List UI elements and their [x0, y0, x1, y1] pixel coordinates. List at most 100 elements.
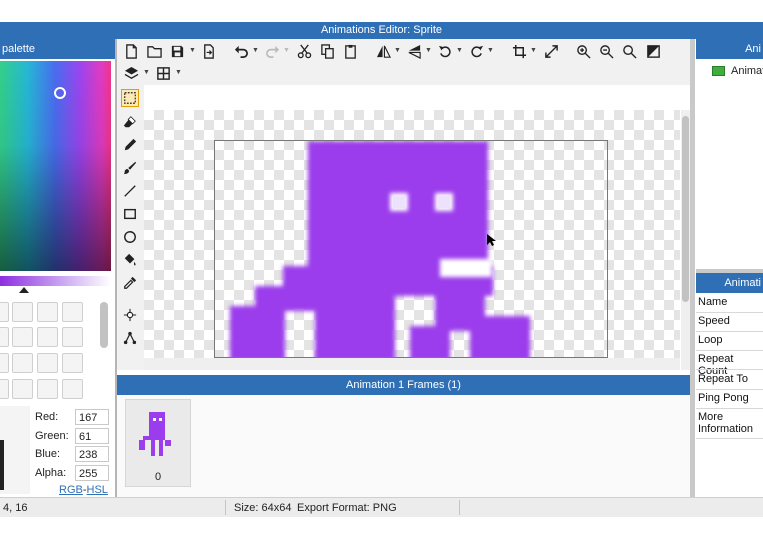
selection-tool-icon[interactable] — [121, 89, 139, 107]
flip-dropdown-caret-icon[interactable]: ▼ — [394, 47, 401, 54]
new-file-icon[interactable] — [122, 42, 140, 60]
zoom-in-icon[interactable] — [574, 42, 592, 60]
color-spectrum[interactable] — [0, 61, 111, 271]
flip-horizontal-icon[interactable] — [374, 42, 392, 60]
rgb-mode-link[interactable]: RGB — [59, 484, 83, 496]
window-title: Animations Editor: Sprite — [0, 22, 763, 39]
flip-vertical-caret-icon[interactable]: ▼ — [425, 47, 432, 54]
brush-tool-icon[interactable] — [121, 159, 139, 177]
swatch[interactable] — [37, 302, 58, 322]
sprite-canvas[interactable] — [214, 140, 608, 358]
animations-panel-header: Ani — [696, 39, 763, 59]
pencil-tool-icon[interactable] — [121, 136, 139, 154]
swatch[interactable] — [37, 379, 58, 399]
property-divider — [696, 369, 763, 370]
status-export-format: Export Format: PNG — [297, 502, 397, 514]
rotate-right-caret-icon[interactable]: ▼ — [487, 47, 494, 54]
undo-icon[interactable] — [232, 42, 250, 60]
zoom-out-icon[interactable] — [597, 42, 615, 60]
swatch[interactable] — [12, 379, 33, 399]
line-tool-icon[interactable] — [121, 182, 139, 200]
mouse-cursor-icon — [487, 234, 496, 246]
zoom-fit-icon[interactable] — [620, 42, 638, 60]
point-tool-icon[interactable] — [121, 306, 139, 324]
property-divider — [696, 312, 763, 313]
canvas-vertical-scrollbar[interactable] — [681, 110, 690, 370]
hue-slider-arrow-icon[interactable] — [19, 287, 29, 293]
toolbar: ▼ ▼ ▼ ▼ ▼ ▼ ▼ ▼ ▼ ▼ — [117, 39, 690, 85]
save-dropdown-caret-icon[interactable]: ▼ — [189, 47, 196, 54]
swatch[interactable] — [12, 353, 33, 373]
swatch-grid — [0, 296, 117, 404]
undo-dropdown-caret-icon[interactable]: ▼ — [252, 47, 259, 54]
hue-slider[interactable] — [0, 276, 111, 286]
alpha-label: Alpha: — [35, 467, 67, 479]
swatch[interactable] — [0, 302, 9, 322]
alpha-input[interactable]: 255 — [75, 465, 109, 481]
background-toggle-icon[interactable] — [644, 42, 662, 60]
layers-icon[interactable] — [122, 64, 140, 82]
cut-icon[interactable] — [295, 42, 313, 60]
paste-icon[interactable] — [341, 42, 359, 60]
status-coordinates: 4, 16 — [3, 502, 28, 514]
properties-panel-header: Animati — [696, 273, 763, 293]
grid-icon[interactable] — [154, 64, 172, 82]
copy-icon[interactable] — [318, 42, 336, 60]
redo-dropdown-caret-icon[interactable]: ▼ — [283, 47, 290, 54]
rotate-right-icon[interactable] — [467, 42, 485, 60]
right-splitter[interactable] — [690, 39, 695, 497]
property-repeat-to: Repeat To — [698, 373, 748, 385]
color-mode-switch: RGB-HSL — [59, 484, 108, 496]
crop-dropdown-caret-icon[interactable]: ▼ — [530, 47, 537, 54]
rotate-left-caret-icon[interactable]: ▼ — [456, 47, 463, 54]
grid-dropdown-caret-icon[interactable]: ▼ — [175, 69, 182, 76]
swatch[interactable] — [37, 327, 58, 347]
rectangle-tool-icon[interactable] — [121, 205, 139, 223]
animation-film-icon — [712, 66, 725, 76]
swatch[interactable] — [0, 353, 9, 373]
color-picker-handle[interactable] — [54, 87, 66, 99]
current-color-preview — [0, 406, 30, 494]
frames-panel: 0 — [117, 395, 690, 497]
open-folder-icon[interactable] — [145, 42, 163, 60]
canvas-scroll-thumb[interactable] — [682, 116, 689, 302]
resize-icon[interactable] — [542, 42, 560, 60]
swatch[interactable] — [62, 379, 83, 399]
swatch[interactable] — [12, 302, 33, 322]
blue-input[interactable]: 238 — [75, 446, 109, 462]
ellipse-tool-icon[interactable] — [121, 228, 139, 246]
property-speed: Speed — [698, 315, 730, 327]
property-divider — [696, 438, 763, 439]
green-input[interactable]: 61 — [75, 428, 109, 444]
frame-label: 0 — [154, 471, 162, 483]
current-color-edge — [0, 440, 4, 490]
frames-panel-header: Animation 1 Frames (1) — [117, 375, 690, 395]
fill-bucket-tool-icon[interactable] — [121, 251, 139, 269]
flip-vertical-icon[interactable] — [405, 42, 423, 60]
swatch-scrollbar[interactable] — [100, 302, 108, 348]
property-divider — [696, 350, 763, 351]
swatch[interactable] — [12, 327, 33, 347]
crop-icon[interactable] — [510, 42, 528, 60]
swatch[interactable] — [37, 353, 58, 373]
animation-item-label[interactable]: Animat — [731, 65, 763, 77]
export-icon[interactable] — [199, 42, 217, 60]
eraser-tool-icon[interactable] — [121, 113, 139, 131]
save-icon[interactable] — [168, 42, 186, 60]
red-input[interactable]: 167 — [75, 409, 109, 425]
property-ping-pong: Ping Pong — [698, 392, 749, 404]
swatch[interactable] — [62, 353, 83, 373]
swatch[interactable] — [62, 327, 83, 347]
rotate-left-icon[interactable] — [436, 42, 454, 60]
canvas-horizontal-scrollbar[interactable] — [144, 358, 680, 370]
layers-dropdown-caret-icon[interactable]: ▼ — [143, 69, 150, 76]
redo-icon[interactable] — [263, 42, 281, 60]
hsl-mode-link[interactable]: HSL — [87, 484, 108, 496]
swatch[interactable] — [0, 379, 9, 399]
eyedropper-tool-icon[interactable] — [121, 274, 139, 292]
palette-header: palette — [0, 39, 117, 59]
swatch[interactable] — [0, 327, 9, 347]
pivot-tool-icon[interactable] — [121, 329, 139, 347]
frame-thumbnail[interactable]: 0 — [125, 399, 191, 487]
swatch[interactable] — [62, 302, 83, 322]
